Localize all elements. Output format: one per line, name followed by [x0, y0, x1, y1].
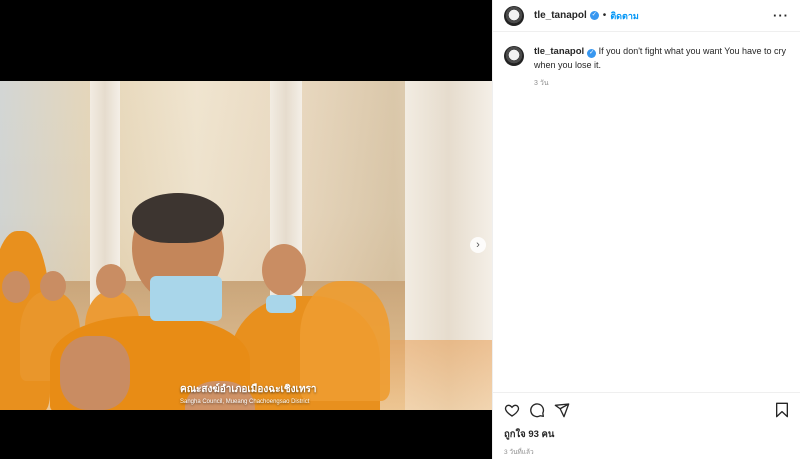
post-date: 3 วันที่แล้ว — [504, 449, 534, 456]
face-mask — [150, 276, 222, 321]
paper-plane-icon[interactable] — [554, 402, 570, 418]
action-icons — [504, 401, 790, 419]
like-count[interactable]: ถูกใจ 93 คน — [504, 427, 790, 442]
face-mask — [266, 295, 296, 313]
next-image-button[interactable]: › — [470, 237, 486, 253]
comment-body: tle_tanapol ✓ If you don't fight what you… — [534, 45, 789, 91]
monk-hair — [132, 193, 224, 243]
media-pane: คณะสงฆ์อำเภอเมืองฉะเชิงเทรา Sangha Counc… — [0, 0, 492, 459]
monk-head — [2, 271, 30, 303]
header-username[interactable]: tle_tanapol — [534, 10, 587, 21]
verified-badge-icon: ✓ — [589, 11, 599, 20]
caption-english: Sangha Council, Mueang Chachoengsao Dist… — [180, 399, 310, 405]
caption-comment: tle_tanapol ✓ If you don't fight what you… — [493, 32, 800, 91]
more-options-button[interactable]: ··· — [773, 8, 789, 23]
post-header: tle_tanapol ✓ • ติดตาม ··· — [493, 0, 800, 32]
avatar[interactable] — [504, 5, 524, 26]
action-bar: ถูกใจ 93 คน 3 วันที่แล้ว — [493, 392, 800, 459]
caption-thai: คณะสงฆ์อำเภอเมืองฉะเชิงเทรา — [180, 384, 317, 395]
follow-button[interactable]: ติดตาม — [610, 9, 639, 23]
bookmark-icon[interactable] — [774, 402, 790, 418]
comment-bubble-icon[interactable] — [529, 402, 545, 418]
monk-head — [96, 264, 126, 298]
comment-username[interactable]: tle_tanapol — [534, 46, 584, 57]
photo-caption: คณะสงฆ์อำเภอเมืองฉะเชิงเทรา Sangha Counc… — [180, 382, 380, 405]
comment-time[interactable]: 3 วัน — [534, 78, 789, 91]
post-photo[interactable]: คณะสงฆ์อำเภอเมืองฉะเชิงเทรา Sangha Counc… — [0, 81, 492, 410]
heart-icon[interactable] — [504, 402, 520, 418]
monk-head — [262, 244, 306, 296]
monk-head — [40, 271, 66, 301]
post-sidebar: tle_tanapol ✓ • ติดตาม ··· tle_tanapol ✓ … — [492, 0, 800, 459]
dot-separator: • — [602, 10, 607, 21]
monk-shoulder — [60, 336, 130, 410]
avatar[interactable] — [504, 46, 524, 66]
verified-badge-icon: ✓ — [587, 49, 597, 58]
